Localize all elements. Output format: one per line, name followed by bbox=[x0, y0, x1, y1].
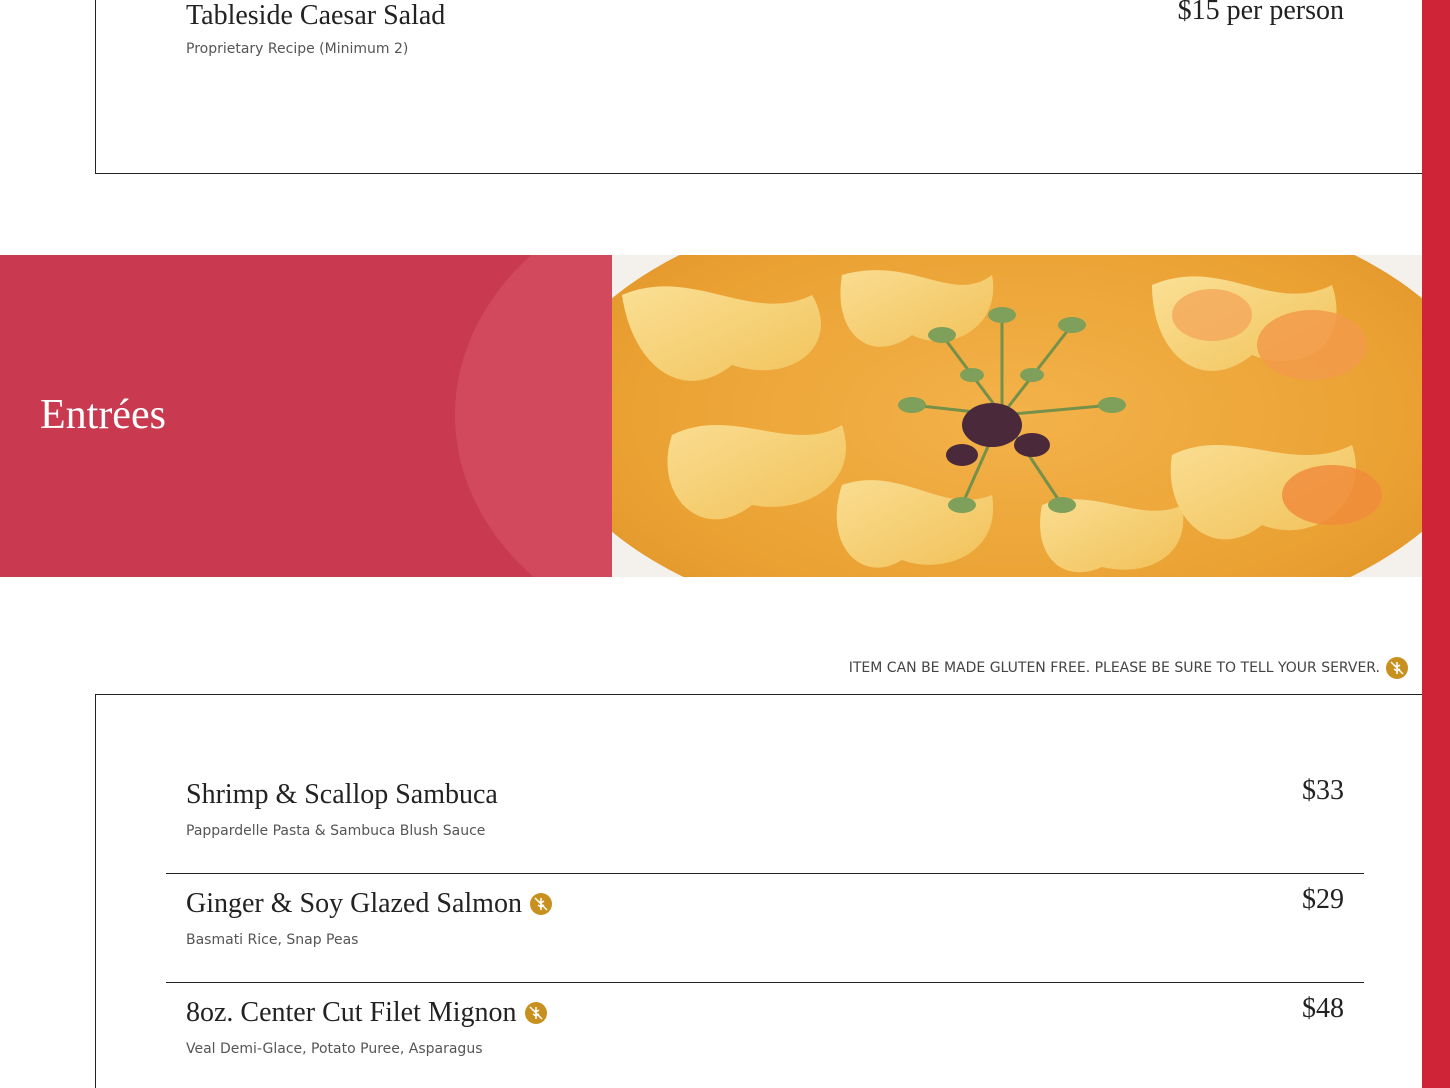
gluten-free-notice: ITEM CAN BE MADE GLUTEN FREE. PLEASE BE … bbox=[849, 657, 1408, 679]
menu-item-name: Ginger & Soy Glazed Salmon bbox=[186, 888, 552, 920]
menu-item: Shrimp & Scallop Sambuca Pappardelle Pas… bbox=[166, 765, 1364, 874]
menu-item-price: $48 bbox=[1302, 993, 1344, 1024]
accent-sidebar-strip bbox=[1422, 0, 1450, 1088]
menu-item-name-text: 8oz. Center Cut Filet Mignon bbox=[186, 997, 517, 1028]
menu-item-price: $29 bbox=[1302, 884, 1344, 915]
menu-item-description: Pappardelle Pasta & Sambuca Blush Sauce bbox=[186, 823, 486, 839]
section-title: Entrées bbox=[40, 392, 166, 438]
notice-text: ITEM CAN BE MADE GLUTEN FREE. PLEASE BE … bbox=[848, 660, 1380, 676]
entrees-section: Shrimp & Scallop Sambuca Pappardelle Pas… bbox=[95, 694, 1422, 1088]
menu-item-description: Basmati Rice, Snap Peas bbox=[186, 932, 359, 948]
menu-page: Tableside Caesar Salad Proprietary Recip… bbox=[0, 0, 1450, 1088]
menu-item-price: $33 bbox=[1302, 775, 1344, 806]
menu-item: 8oz. Center Cut Filet Mignon Veal Demi-G… bbox=[166, 983, 1364, 1088]
gluten-free-icon bbox=[524, 1002, 547, 1024]
menu-item-price: $15 per person bbox=[1177, 0, 1344, 26]
pasta-dish-photo bbox=[612, 255, 1422, 577]
menu-item-description: Proprietary Recipe (Minimum 2) bbox=[186, 41, 409, 57]
menu-item-name-text: Shrimp & Scallop Sambuca bbox=[186, 779, 498, 810]
menu-item-name-text: Ginger & Soy Glazed Salmon bbox=[186, 888, 522, 919]
banner-color-panel: Entrées bbox=[0, 255, 612, 577]
menu-item-description: Veal Demi-Glace, Potato Puree, Asparagus bbox=[186, 1041, 483, 1057]
banner-plate-shape bbox=[455, 255, 612, 577]
entrees-banner: Entrées bbox=[0, 255, 1422, 577]
menu-item-name: Tableside Caesar Salad bbox=[186, 0, 446, 31]
gluten-free-icon bbox=[1386, 657, 1408, 679]
menu-item: Ginger & Soy Glazed Salmon Basmati Rice,… bbox=[166, 874, 1364, 983]
gluten-free-icon bbox=[529, 893, 552, 915]
previous-menu-section: Tableside Caesar Salad Proprietary Recip… bbox=[95, 0, 1422, 174]
menu-item-name: Shrimp & Scallop Sambuca bbox=[186, 779, 498, 811]
menu-item-name: 8oz. Center Cut Filet Mignon bbox=[186, 997, 547, 1029]
